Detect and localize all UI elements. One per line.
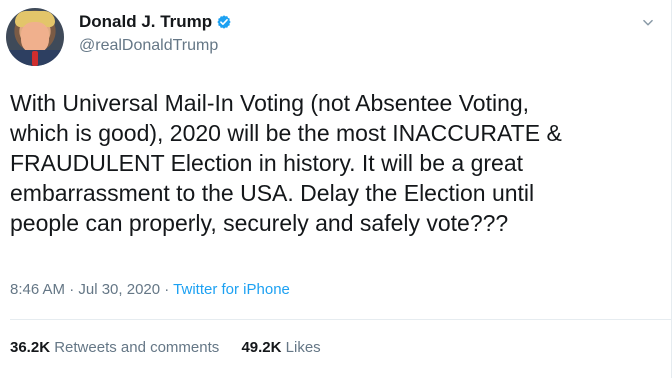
tweet-card: Donald J. Trump @realDonaldTrump With Un… [0,0,672,378]
retweets-label: Retweets and comments [54,339,220,356]
tweet-stats: 36.2K Retweets and comments 49.2K Likes [10,338,339,358]
display-name-row: Donald J. Trump [79,11,232,33]
verified-badge-icon [217,15,231,29]
avatar-tie [32,51,38,66]
retweets-stat[interactable]: 36.2K Retweets and comments [10,338,219,358]
likes-label: Likes [285,339,321,356]
retweets-count: 36.2K [10,339,51,356]
likes-stat[interactable]: 49.2K Likes [241,338,320,358]
author-info: Donald J. Trump @realDonaldTrump [79,11,232,56]
tweet-timestamp[interactable]: 8:46 AM · Jul 30, 2020 [10,281,160,298]
tweet-meta: 8:46 AM · Jul 30, 2020 · Twitter for iPh… [10,280,290,300]
chevron-down-icon[interactable] [641,16,655,30]
divider [10,319,672,320]
likes-count: 49.2K [241,339,282,356]
avatar[interactable] [6,8,64,66]
tweet-text: With Universal Mail-In Voting (not Absen… [10,90,562,236]
tweet-source-link[interactable]: Twitter for iPhone [173,281,290,298]
display-name[interactable]: Donald J. Trump [79,11,212,33]
meta-separator: · [160,281,174,298]
user-handle[interactable]: @realDonaldTrump [79,36,232,56]
